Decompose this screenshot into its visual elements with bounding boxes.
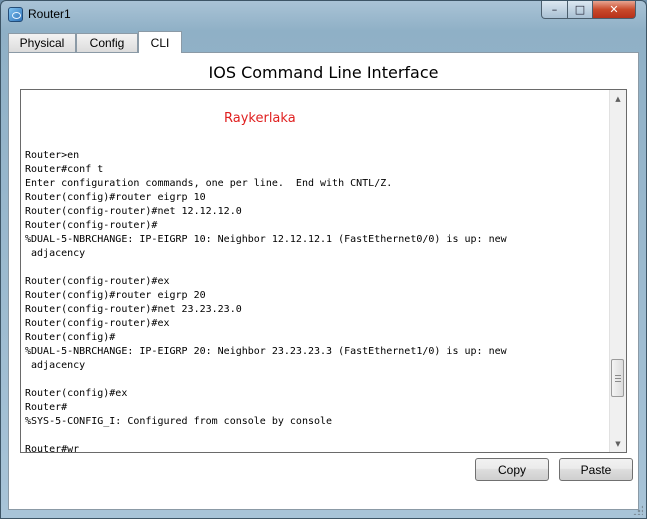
paste-button[interactable]: Paste — [559, 458, 633, 481]
grip-line — [615, 381, 621, 383]
terminal-line: adjacency — [25, 248, 86, 259]
window-title: Router1 — [28, 7, 71, 21]
terminal-line: Router(config-router)# — [25, 220, 158, 231]
grip-line — [615, 378, 621, 380]
terminal-line: Router(config)# — [25, 332, 116, 343]
terminal-line: %DUAL-5-NBRCHANGE: IP-EIGRP 20: Neighbor… — [25, 346, 507, 357]
maximize-button[interactable]: □ — [567, 1, 593, 19]
scroll-up-arrow-icon[interactable]: ▲ — [610, 90, 626, 107]
terminal-line: Enter configuration commands, one per li… — [25, 178, 393, 189]
terminal-line: Router#conf t — [25, 164, 104, 175]
terminal-line: Router(config-router)#ex — [25, 318, 170, 329]
tab-physical[interactable]: Physical — [8, 33, 76, 52]
terminal-line: Router(config-router)#net 23.23.23.0 — [25, 304, 242, 315]
router1-window: Router1 – □ ✕ Physical Config CLI IOS Co… — [0, 0, 647, 519]
terminal-line: Router(config)#router eigrp 20 — [25, 290, 206, 301]
terminal-line: Router#wr — [25, 444, 80, 452]
terminal-line: adjacency — [25, 360, 86, 371]
title-bar[interactable]: Router1 – □ ✕ — [1, 1, 646, 29]
tab-config[interactable]: Config — [76, 33, 138, 52]
cli-terminal[interactable]: Raykerlaka Router>en Router#conf t Enter c… — [20, 89, 627, 453]
router-app-icon — [8, 7, 23, 22]
close-icon: ✕ — [609, 3, 619, 16]
terminal-line: Router(config-router)#ex — [25, 276, 170, 287]
terminal-line: Router(config)#router eigrp 10 — [25, 192, 206, 203]
terminal-line: Router(config)#ex — [25, 388, 128, 399]
panel-title: IOS Command Line Interface — [208, 63, 439, 82]
grip-line — [615, 375, 621, 377]
terminal-line: %SYS-5-CONFIG_I: Configured from console… — [25, 416, 333, 427]
cli-panel: IOS Command Line Interface Raykerlaka Ro… — [8, 52, 639, 510]
terminal-lines: Router>en Router#conf t Enter configuratio… — [25, 149, 507, 452]
scroll-down-arrow-icon[interactable]: ▼ — [610, 435, 626, 452]
copy-button[interactable]: Copy — [475, 458, 549, 481]
minimize-icon: – — [551, 3, 558, 16]
terminal-line: Router(config-router)#net 12.12.12.0 — [25, 206, 242, 217]
terminal-line: Router# — [25, 402, 68, 413]
tab-cli[interactable]: CLI — [138, 31, 182, 53]
maximize-icon: □ — [574, 3, 586, 16]
scrollbar-thumb[interactable] — [611, 359, 624, 398]
close-button[interactable]: ✕ — [592, 1, 636, 19]
terminal-scrollbar[interactable]: ▲ ▼ — [609, 90, 626, 452]
minimize-button[interactable]: – — [541, 1, 568, 19]
terminal-line: Router>en — [25, 150, 80, 161]
watermark-text: Raykerlaka — [224, 111, 296, 126]
terminal-line: %DUAL-5-NBRCHANGE: IP-EIGRP 10: Neighbor… — [25, 234, 507, 245]
terminal-output[interactable]: Raykerlaka Router>en Router#conf t Enter c… — [25, 90, 605, 452]
